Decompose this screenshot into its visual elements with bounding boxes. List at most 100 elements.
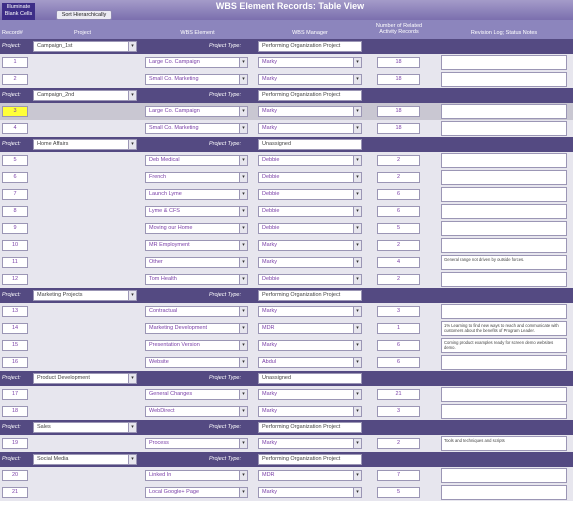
chevron-down-icon[interactable]: ▾ xyxy=(128,374,136,383)
project-select[interactable]: Campaign_1st ▾ xyxy=(33,41,137,52)
chevron-down-icon[interactable]: ▾ xyxy=(239,75,247,84)
chevron-down-icon[interactable]: ▾ xyxy=(239,275,247,284)
status-notes-field[interactable] xyxy=(441,355,567,370)
wbs-element-select[interactable]: Large Co. Campaign ▾ xyxy=(145,106,248,117)
status-notes-field[interactable] xyxy=(441,55,567,70)
table-row[interactable]: 4 Small Co. Marketing ▾ Marky ▾ 18 xyxy=(0,120,573,137)
chevron-down-icon[interactable]: ▾ xyxy=(239,488,247,497)
wbs-element-select[interactable]: French ▾ xyxy=(145,172,248,183)
table-row[interactable]: 21 Local Google+ Page ▾ Marky ▾ 5 xyxy=(0,484,573,501)
project-select[interactable]: Marketing Projects ▾ xyxy=(33,290,137,301)
status-notes-field[interactable] xyxy=(441,238,567,253)
chevron-down-icon[interactable]: ▾ xyxy=(353,207,361,216)
record-number[interactable]: 12 xyxy=(2,274,28,285)
chevron-down-icon[interactable]: ▾ xyxy=(239,207,247,216)
wbs-element-select[interactable]: Tom Health ▾ xyxy=(145,274,248,285)
project-select[interactable]: Product Development ▾ xyxy=(33,373,137,384)
chevron-down-icon[interactable]: ▾ xyxy=(239,156,247,165)
wbs-manager-select[interactable]: Marky ▾ xyxy=(258,257,362,268)
chevron-down-icon[interactable]: ▾ xyxy=(128,42,136,51)
chevron-down-icon[interactable]: ▾ xyxy=(128,291,136,300)
wbs-manager-select[interactable]: Marky ▾ xyxy=(258,57,362,68)
wbs-element-select[interactable]: MR Employment ▾ xyxy=(145,240,248,251)
chevron-down-icon[interactable]: ▾ xyxy=(239,258,247,267)
wbs-element-select[interactable]: Launch Lyme ▾ xyxy=(145,189,248,200)
table-row[interactable]: 6 French ▾ Debbie ▾ 2 xyxy=(0,169,573,186)
record-number[interactable]: 10 xyxy=(2,240,28,251)
chevron-down-icon[interactable]: ▾ xyxy=(353,107,361,116)
status-notes-field[interactable] xyxy=(441,304,567,319)
chevron-down-icon[interactable]: ▾ xyxy=(128,91,136,100)
chevron-down-icon[interactable]: ▾ xyxy=(353,258,361,267)
wbs-element-select[interactable]: Marketing Development ▾ xyxy=(145,323,248,334)
record-number[interactable]: 18 xyxy=(2,406,28,417)
status-notes-field[interactable] xyxy=(441,153,567,168)
status-notes-field[interactable] xyxy=(441,387,567,402)
record-number[interactable]: 7 xyxy=(2,189,28,200)
table-row[interactable]: 13 Contractual ▾ Marky ▾ 3 xyxy=(0,303,573,320)
chevron-down-icon[interactable]: ▾ xyxy=(239,107,247,116)
wbs-element-select[interactable]: Lyme & CFS ▾ xyxy=(145,206,248,217)
record-number[interactable]: 14 xyxy=(2,323,28,334)
record-number[interactable]: 17 xyxy=(2,389,28,400)
table-row[interactable]: 17 General Changes ▾ Marky ▾ 21 xyxy=(0,386,573,403)
chevron-down-icon[interactable]: ▾ xyxy=(353,173,361,182)
record-number[interactable]: 5 xyxy=(2,155,28,166)
wbs-manager-select[interactable]: Debbie ▾ xyxy=(258,223,362,234)
chevron-down-icon[interactable]: ▾ xyxy=(239,307,247,316)
project-type-field[interactable]: Performing Organization Project xyxy=(258,90,362,101)
wbs-manager-select[interactable]: Marky ▾ xyxy=(258,340,362,351)
status-notes-field[interactable] xyxy=(441,104,567,119)
record-number[interactable]: 1 xyxy=(2,57,28,68)
table-row[interactable]: 5 Deb Medical ▾ Debbie ▾ 2 xyxy=(0,152,573,169)
record-number[interactable]: 4 xyxy=(2,123,28,134)
project-select[interactable]: Social Media ▾ xyxy=(33,454,137,465)
table-row[interactable]: 9 Moving our Home ▾ Debbie ▾ 5 xyxy=(0,220,573,237)
table-row[interactable]: 19 Process ▾ Marky ▾ 2 Tools and techniques an… xyxy=(0,435,573,452)
chevron-down-icon[interactable]: ▾ xyxy=(239,241,247,250)
wbs-element-select[interactable]: Contractual ▾ xyxy=(145,306,248,317)
chevron-down-icon[interactable]: ▾ xyxy=(353,439,361,448)
chevron-down-icon[interactable]: ▾ xyxy=(353,358,361,367)
chevron-down-icon[interactable]: ▾ xyxy=(239,324,247,333)
table-row[interactable]: 12 Tom Health ▾ Debbie ▾ 2 xyxy=(0,271,573,288)
project-type-field[interactable]: Performing Organization Project xyxy=(258,290,362,301)
chevron-down-icon[interactable]: ▾ xyxy=(128,455,136,464)
wbs-element-select[interactable]: Process ▾ xyxy=(145,438,248,449)
chevron-down-icon[interactable]: ▾ xyxy=(239,341,247,350)
wbs-element-select[interactable]: Small Co. Marketing ▾ xyxy=(145,74,248,85)
chevron-down-icon[interactable]: ▾ xyxy=(353,75,361,84)
chevron-down-icon[interactable]: ▾ xyxy=(353,341,361,350)
chevron-down-icon[interactable]: ▾ xyxy=(239,471,247,480)
wbs-element-select[interactable]: WebDirect ▾ xyxy=(145,406,248,417)
record-number[interactable]: 6 xyxy=(2,172,28,183)
chevron-down-icon[interactable]: ▾ xyxy=(239,124,247,133)
wbs-manager-select[interactable]: Abdul ▾ xyxy=(258,357,362,368)
wbs-manager-select[interactable]: MDR ▾ xyxy=(258,470,362,481)
status-notes-field[interactable] xyxy=(441,468,567,483)
wbs-manager-select[interactable]: Debbie ▾ xyxy=(258,172,362,183)
wbs-element-select[interactable]: Small Co. Marketing ▾ xyxy=(145,123,248,134)
table-row[interactable]: 7 Launch Lyme ▾ Debbie ▾ 6 xyxy=(0,186,573,203)
table-row[interactable]: 18 WebDirect ▾ Marky ▾ 3 xyxy=(0,403,573,420)
project-type-field[interactable]: Unassigned xyxy=(258,139,362,150)
status-notes-field[interactable] xyxy=(441,404,567,419)
wbs-manager-select[interactable]: Marky ▾ xyxy=(258,487,362,498)
chevron-down-icon[interactable]: ▾ xyxy=(128,140,136,149)
record-number[interactable]: 21 xyxy=(2,487,28,498)
wbs-manager-select[interactable]: MDR ▾ xyxy=(258,323,362,334)
wbs-manager-select[interactable]: Marky ▾ xyxy=(258,240,362,251)
project-select[interactable]: Campaign_2nd ▾ xyxy=(33,90,137,101)
wbs-manager-select[interactable]: Marky ▾ xyxy=(258,406,362,417)
table-row[interactable]: 2 Small Co. Marketing ▾ Marky ▾ 18 xyxy=(0,71,573,88)
wbs-element-select[interactable]: Other ▾ xyxy=(145,257,248,268)
chevron-down-icon[interactable]: ▾ xyxy=(128,423,136,432)
record-number[interactable]: 20 xyxy=(2,470,28,481)
table-row[interactable]: 15 Presentation Version ▾ Marky ▾ 6 Coming pro… xyxy=(0,337,573,354)
status-notes-field[interactable] xyxy=(441,121,567,136)
record-number[interactable]: 2 xyxy=(2,74,28,85)
chevron-down-icon[interactable]: ▾ xyxy=(353,407,361,416)
chevron-down-icon[interactable]: ▾ xyxy=(353,241,361,250)
sort-hierarchically-button[interactable]: Sort Hierarchically xyxy=(56,10,112,20)
chevron-down-icon[interactable]: ▾ xyxy=(239,439,247,448)
